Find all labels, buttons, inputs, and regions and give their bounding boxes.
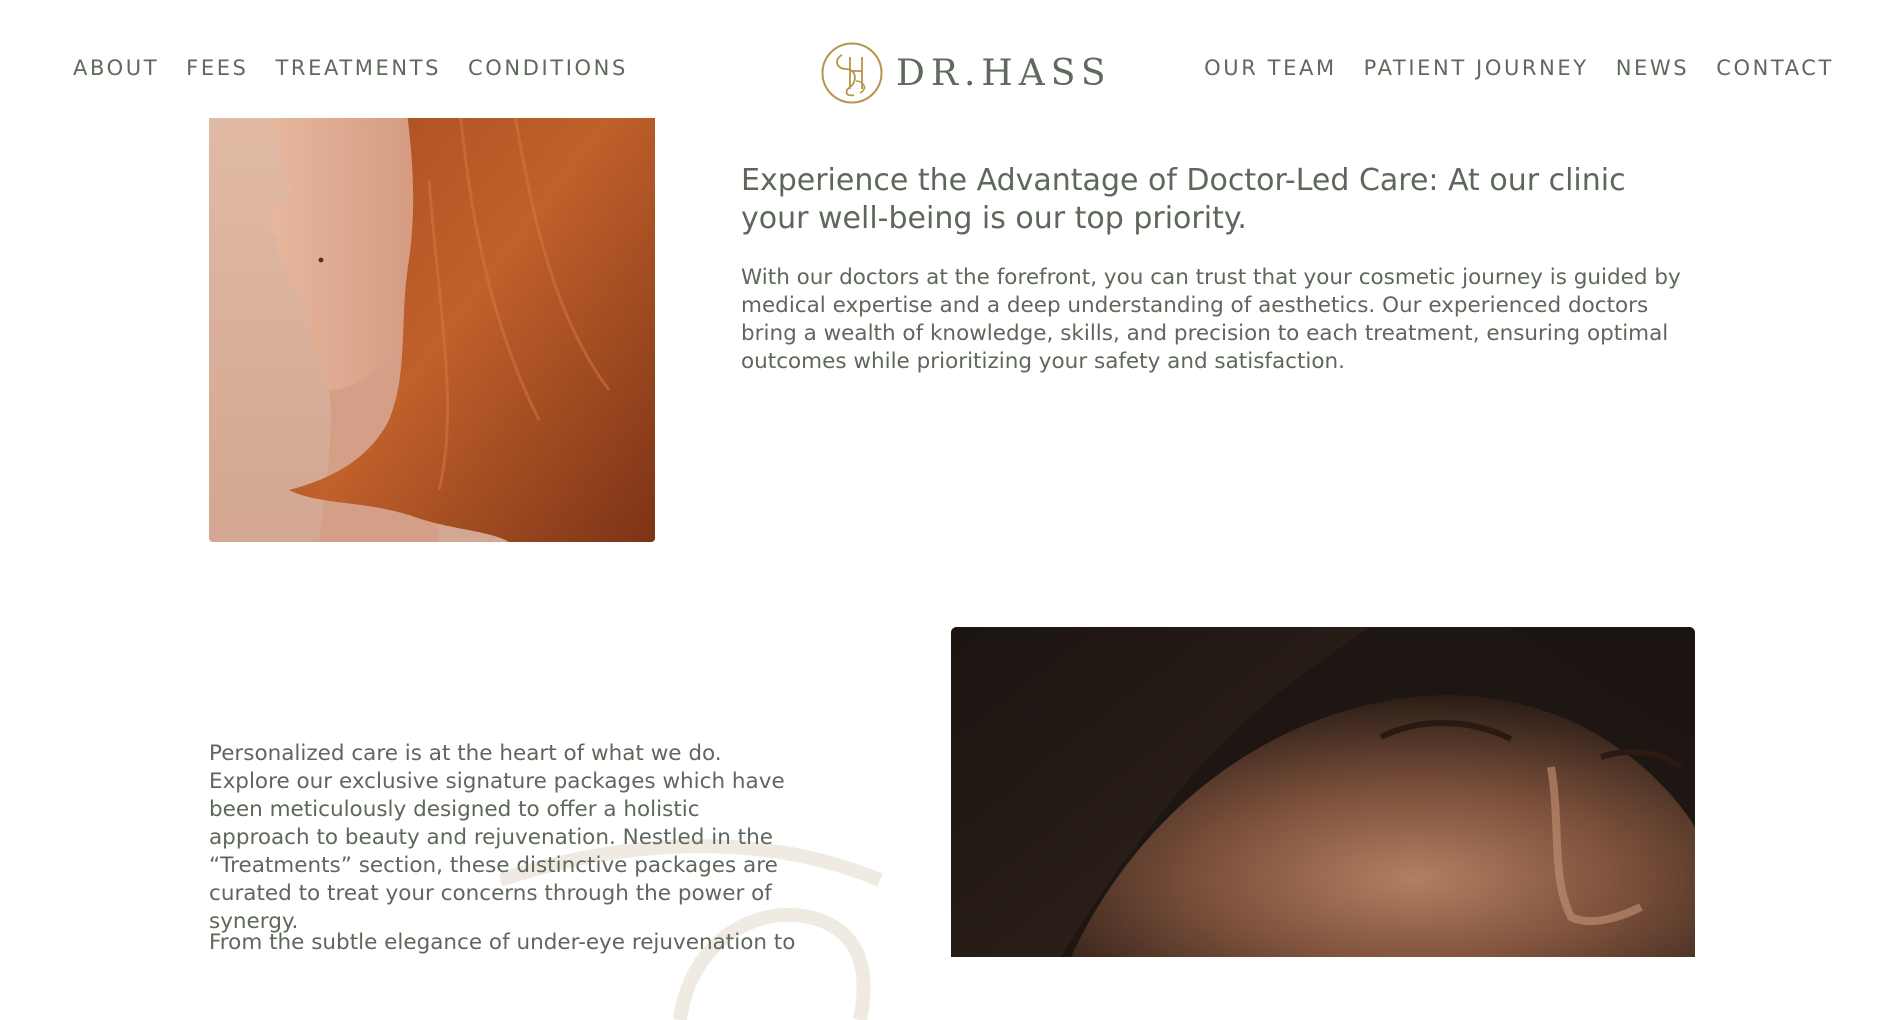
nav-news[interactable]: NEWS [1616, 56, 1689, 80]
nav-fees[interactable]: FEES [186, 56, 248, 80]
portrait-illustration [209, 60, 655, 542]
signature-packages-body-continued: From the subtle elegance of under-eye re… [209, 930, 796, 955]
doctor-led-care-headline: Experience the Advantage of Doctor-Led C… [741, 163, 1626, 236]
primary-nav-left: ABOUT FEES TREATMENTS CONDITIONS [73, 56, 628, 80]
logo-wordmark: DR.HASS [896, 52, 1112, 94]
nav-contact[interactable]: CONTACT [1716, 56, 1834, 80]
nav-about[interactable]: ABOUT [73, 56, 159, 80]
nav-our-team[interactable]: OUR TEAM [1204, 56, 1337, 80]
site-header: ABOUT FEES TREATMENTS CONDITIONS DR.HASS… [0, 0, 1898, 118]
nav-conditions[interactable]: CONDITIONS [468, 56, 628, 80]
primary-nav-right: OUR TEAM PATIENT JOURNEY NEWS CONTACT [1204, 56, 1834, 80]
logo-link[interactable]: DR.HASS [820, 41, 1112, 105]
logo-monogram-icon [821, 42, 883, 104]
portrait-image-auburn-hair [209, 60, 655, 542]
nav-patient-journey[interactable]: PATIENT JOURNEY [1364, 56, 1589, 80]
signature-packages-body: Personalized care is at the heart of wha… [209, 741, 785, 934]
portrait-image-closeup-face [951, 627, 1695, 957]
nav-treatments[interactable]: TREATMENTS [276, 56, 442, 80]
closeup-illustration [951, 627, 1695, 957]
doctor-led-care-body: With our doctors at the forefront, you c… [741, 265, 1681, 374]
